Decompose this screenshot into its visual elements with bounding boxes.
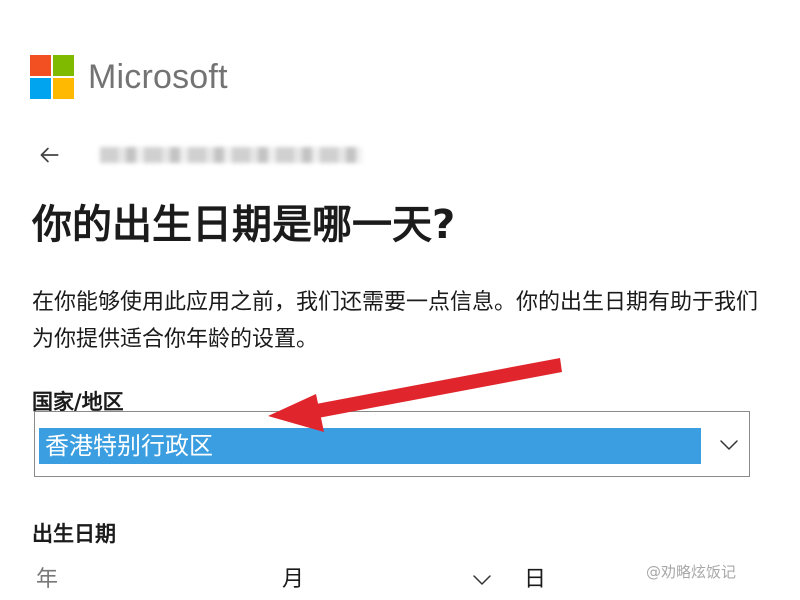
birthdate-label: 出生日期 <box>32 522 116 546</box>
microsoft-logo: Microsoft <box>30 55 228 99</box>
brand-name: Microsoft <box>88 57 228 96</box>
logo-tile-blue <box>30 78 51 99</box>
year-select[interactable]: 年 <box>36 560 266 600</box>
day-placeholder: 日 <box>524 567 547 592</box>
logo-tile-red <box>30 55 51 76</box>
month-select[interactable]: 月 <box>282 560 502 600</box>
chevron-down-icon <box>720 440 738 450</box>
region-select[interactable]: 香港特别行政区 <box>34 411 750 477</box>
page-title: 你的出生日期是哪一天? <box>32 202 456 248</box>
region-selected-value: 香港特别行政区 <box>39 428 701 464</box>
account-email-redacted <box>100 147 362 163</box>
month-chevron-down-icon <box>473 575 491 585</box>
watermark: @劝略炫饭记 <box>646 563 737 581</box>
logo-tile-green <box>53 55 74 76</box>
month-placeholder: 月 <box>282 567 305 592</box>
logo-tile-yellow <box>53 78 74 99</box>
page-description: 在你能够使用此应用之前，我们还需要一点信息。你的出生日期有助于我们为你提供适合你… <box>32 290 759 352</box>
year-placeholder: 年 <box>36 567 59 592</box>
account-row <box>36 140 362 170</box>
arrow-left-icon[interactable] <box>36 142 62 168</box>
microsoft-logo-icon <box>30 55 74 99</box>
